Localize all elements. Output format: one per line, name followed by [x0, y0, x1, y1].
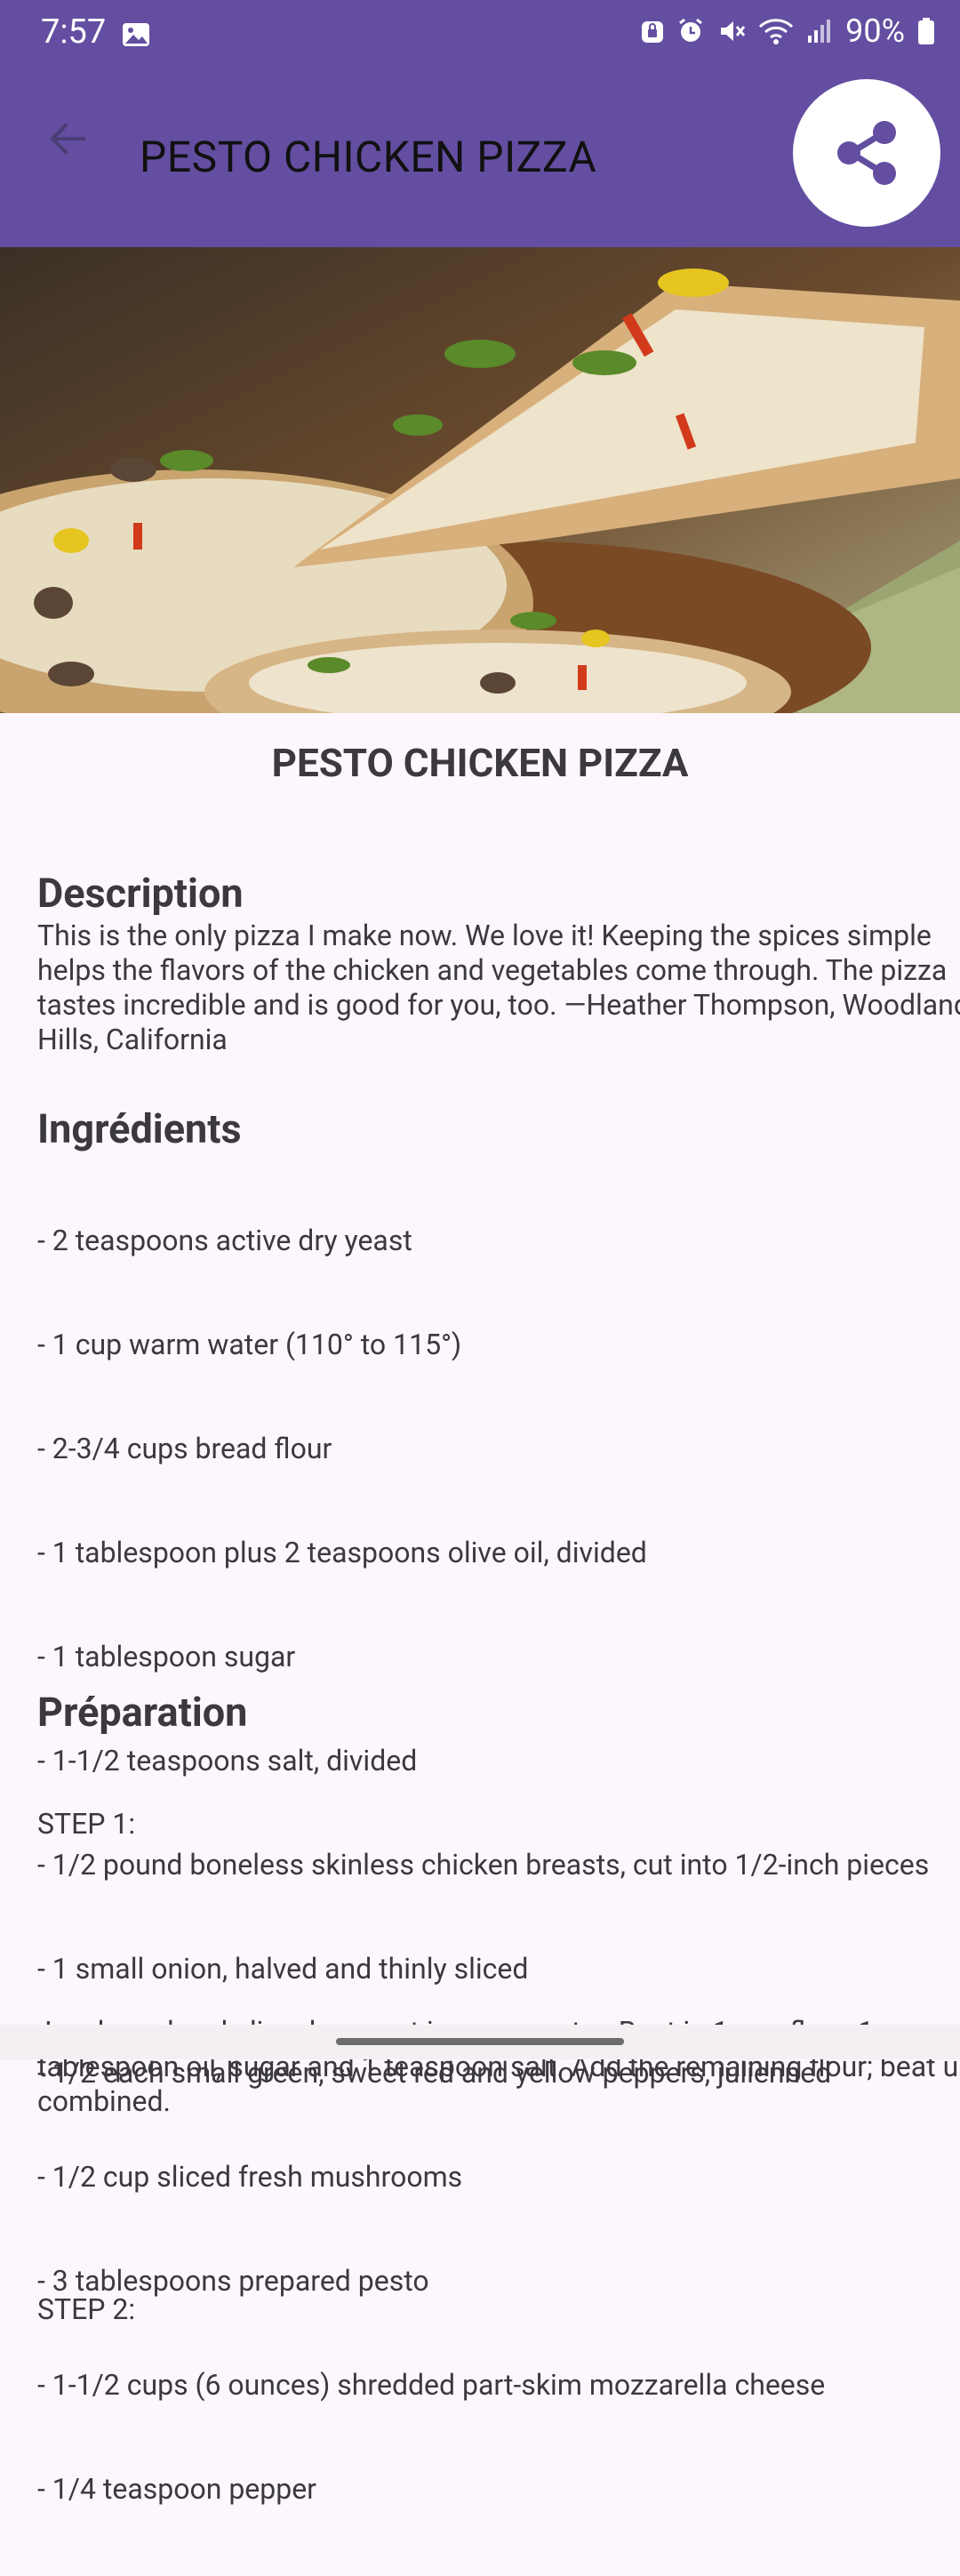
ingredient-item: - 2-3/4 cups bread flour: [37, 1432, 332, 1465]
preparation-heading: Préparation: [37, 1689, 248, 1736]
share-button[interactable]: [793, 79, 940, 227]
toolbar: PESTO CHICKEN PIZZA: [0, 71, 960, 247]
alarm-icon: [679, 18, 703, 42]
description-heading: Description: [37, 870, 244, 917]
ingredient-item: - 1 cup warm water (110° to 115°): [37, 1328, 462, 1361]
share-icon: [837, 121, 896, 185]
description-text: This is the only pizza I make now. We lo…: [37, 919, 960, 1056]
back-arrow-icon[interactable]: [39, 110, 96, 167]
mute-icon: [721, 21, 746, 41]
status-icons: 90%: [641, 12, 935, 50]
preparation-steps: STEP 1: In a large bowl, dissolve yeast …: [37, 1737, 960, 2466]
recipe-title: PESTO CHICKEN PIZZA: [271, 740, 689, 786]
recipe-photo: [0, 247, 960, 713]
battery-icon: [918, 18, 934, 44]
ingredient-item: - 1/4 teaspoon pepper: [37, 2472, 317, 2506]
step-label: STEP 2:: [37, 2292, 136, 2326]
navigation-bar: [0, 2025, 960, 2059]
status-bar: 7:57 90%: [0, 0, 960, 71]
step-label: STEP 1:: [37, 1807, 136, 1841]
battery-percent: 90%: [845, 12, 905, 50]
signal-icon: [808, 20, 831, 43]
ingredients-heading: Ingrédients: [37, 1105, 242, 1152]
ingredient-item: - 2 teaspoons active dry yeast: [37, 1224, 412, 1257]
gallery-notification-icon: [123, 23, 149, 46]
recipe-content: PESTO CHICKEN PIZZA Description This is …: [0, 713, 960, 2506]
description-section: Description This is the only pizza I mak…: [0, 869, 960, 1057]
wifi-icon: [759, 19, 794, 44]
ingredient-item: - 1 tablespoon sugar: [37, 1640, 296, 1673]
status-time: 7:57: [41, 12, 107, 52]
ingredient-item: - 1 tablespoon plus 2 teaspoons olive oi…: [37, 1536, 647, 1569]
home-gesture-handle[interactable]: [336, 2038, 624, 2045]
lock-icon: [642, 21, 664, 43]
toolbar-title: PESTO CHICKEN PIZZA: [140, 132, 597, 182]
preparation-section: Préparation STEP 1: In a large bowl, dis…: [0, 1688, 960, 2466]
